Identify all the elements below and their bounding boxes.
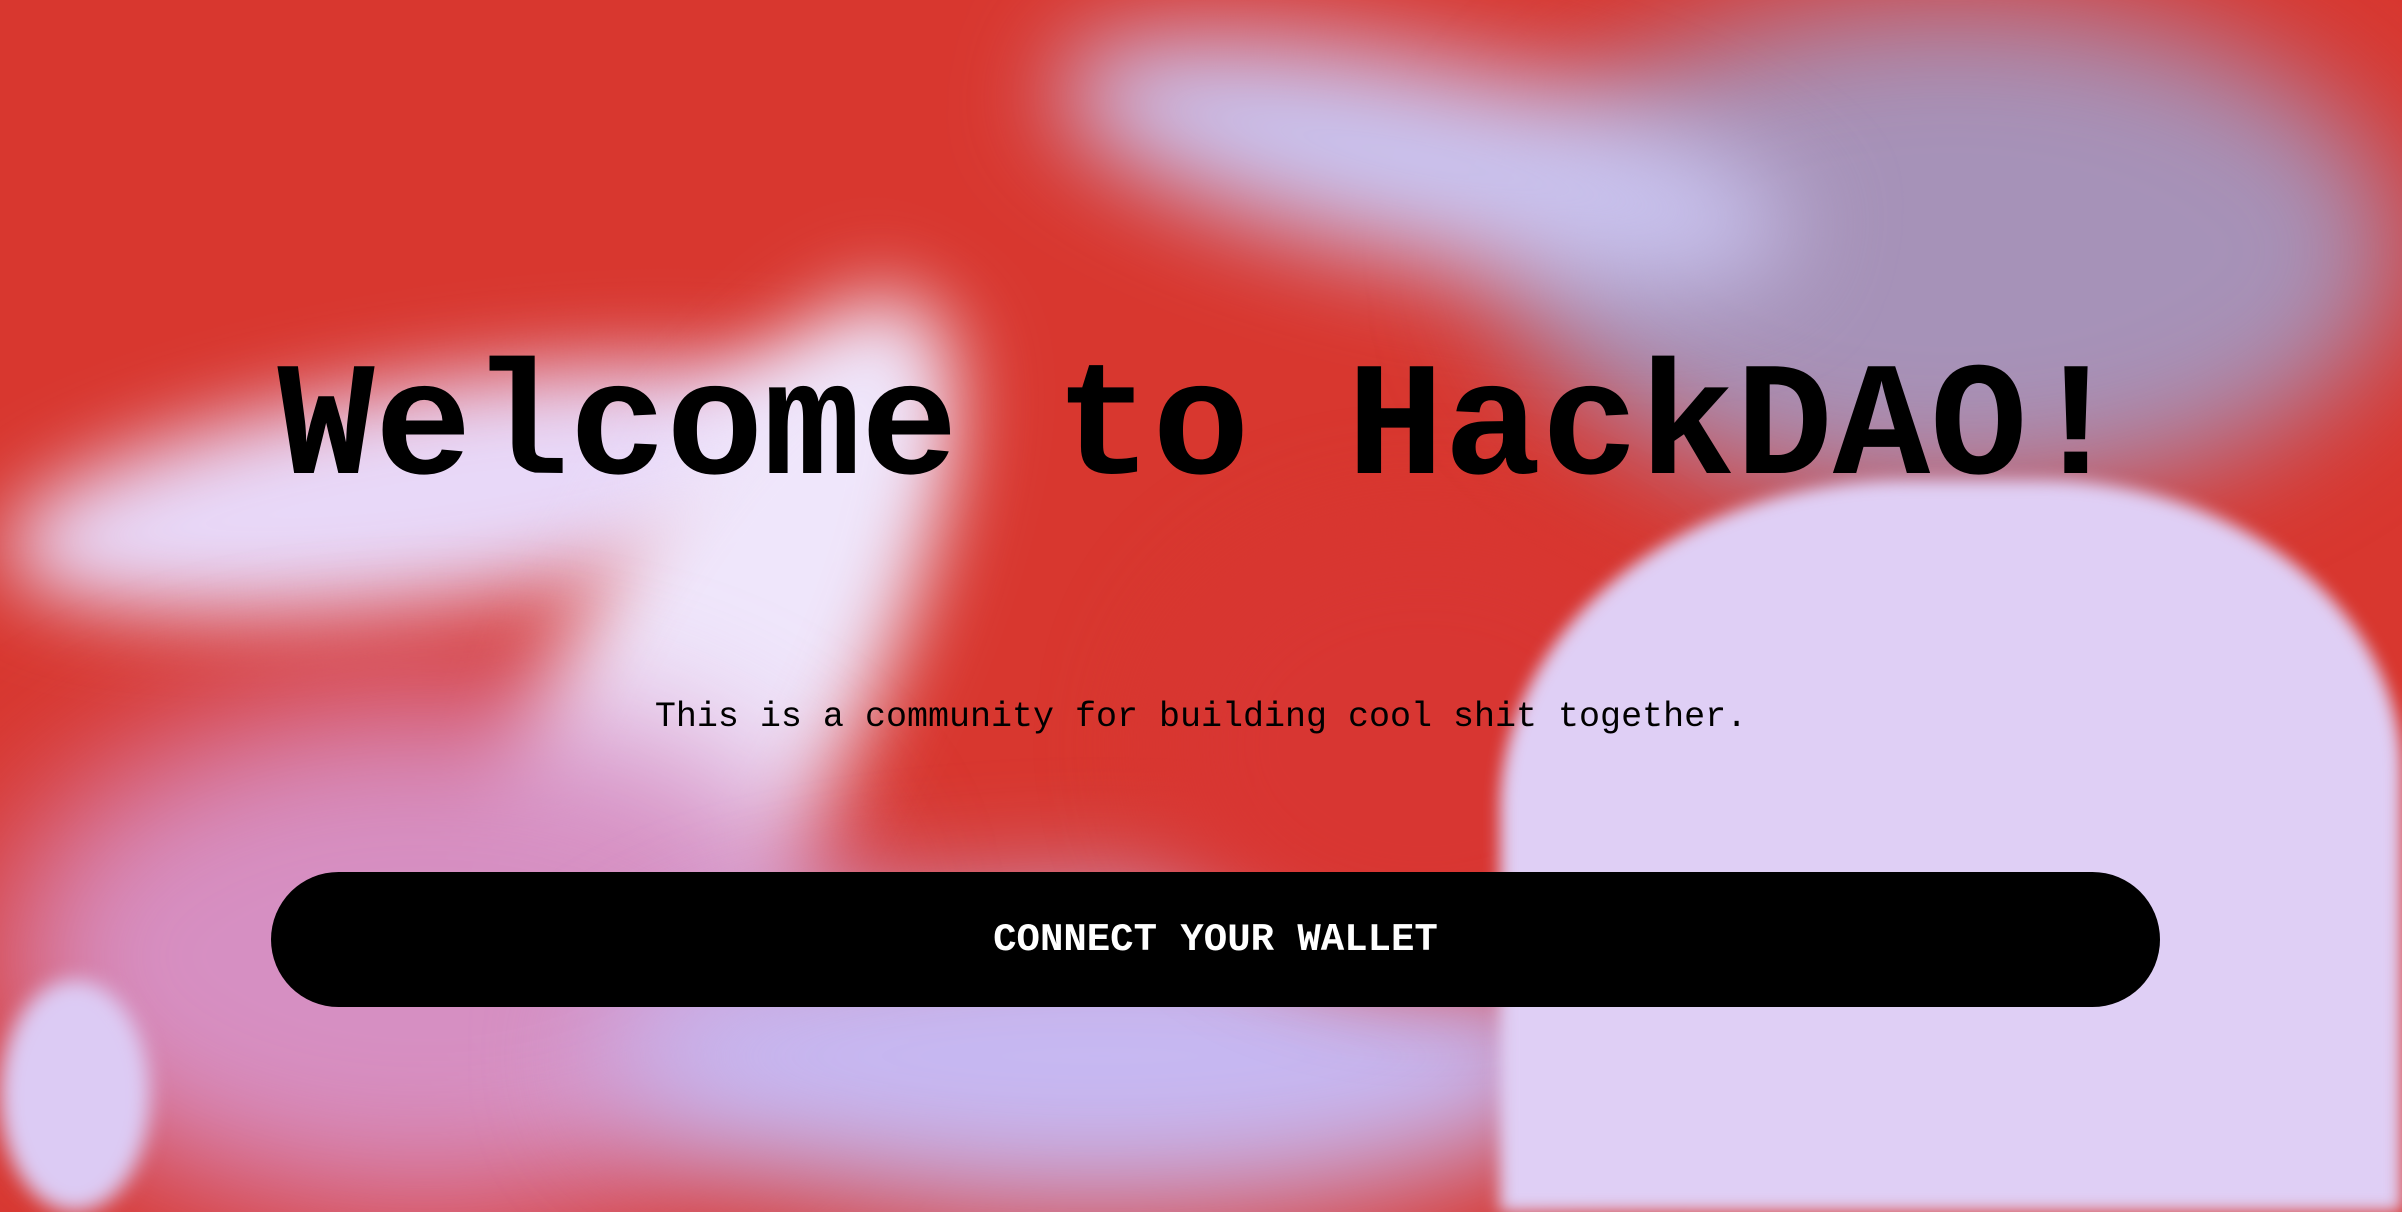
page-subtitle: This is a community for building cool sh… (654, 697, 1748, 737)
bg-shape (1500, 480, 2402, 1212)
bg-shape (0, 980, 150, 1212)
connect-wallet-button[interactable]: CONNECT YOUR WALLET (271, 872, 2160, 1007)
page-title: Welcome to HackDAO! (277, 338, 2125, 522)
background-gradient (0, 0, 2402, 1212)
